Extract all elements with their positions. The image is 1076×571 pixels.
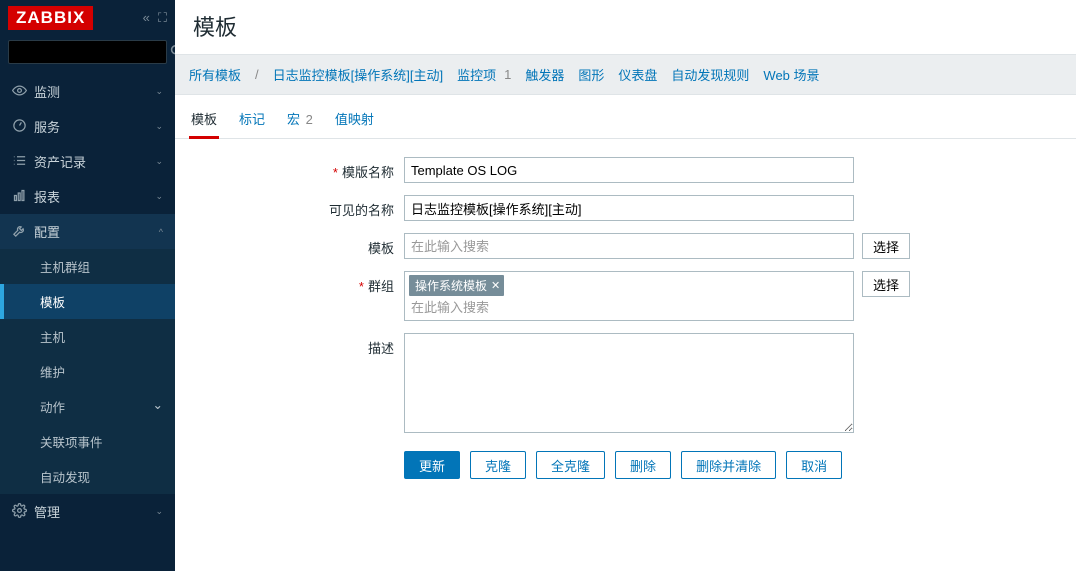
- bc-discovery-rules[interactable]: 自动发现规则: [671, 65, 749, 84]
- groups-multiselect[interactable]: 操作系统模板 ✕: [404, 271, 854, 321]
- nav-inventory[interactable]: 资产记录 ⌄: [0, 144, 175, 179]
- remove-tag-icon[interactable]: ✕: [491, 279, 500, 292]
- chevron-down-icon: ⌄: [155, 506, 163, 517]
- chart-icon: [12, 188, 34, 206]
- label-templates: 模板: [189, 233, 404, 257]
- input-template-name[interactable]: [404, 157, 854, 183]
- input-visible-name[interactable]: [404, 195, 854, 221]
- fullscreen-icon[interactable]: ⛶: [158, 10, 167, 26]
- page-title: 模板: [175, 0, 1076, 54]
- bc-current[interactable]: 日志监控模板[操作系统][主动]: [273, 65, 443, 84]
- nav-administration[interactable]: 管理 ⌄: [0, 494, 175, 529]
- chevron-down-icon: ⌄: [155, 191, 163, 202]
- update-button[interactable]: 更新: [404, 451, 460, 479]
- label-visible-name: 可见的名称: [189, 195, 404, 219]
- sub-templates[interactable]: 模板: [0, 284, 175, 319]
- sidebar: ZABBIX « ⛶ 监测 ⌄ 服务 ⌄ 资产记录: [0, 0, 175, 571]
- chevron-down-icon: ⌄: [155, 121, 163, 132]
- nav-services[interactable]: 服务 ⌄: [0, 109, 175, 144]
- sub-discovery[interactable]: 自动发现: [0, 459, 175, 494]
- form-actions: 更新 克隆 全克隆 删除 删除并清除 取消: [189, 451, 1062, 479]
- groups-search-input[interactable]: [409, 298, 849, 317]
- full-clone-button[interactable]: 全克隆: [536, 451, 605, 479]
- sub-actions[interactable]: 动作 ⌄: [0, 389, 175, 424]
- groups-select-button[interactable]: 选择: [862, 271, 910, 297]
- chevron-down-icon: ⌄: [155, 86, 163, 97]
- chevron-down-icon: ⌄: [153, 397, 163, 416]
- gear-icon: [12, 503, 34, 521]
- sub-hosts[interactable]: 主机: [0, 319, 175, 354]
- delete-clear-button[interactable]: 删除并清除: [681, 451, 776, 479]
- input-description[interactable]: [404, 333, 854, 433]
- bc-items[interactable]: 监控项: [457, 65, 496, 84]
- nav-configuration[interactable]: 配置 ^: [0, 214, 175, 249]
- sub-maintenance[interactable]: 维护: [0, 354, 175, 389]
- chevron-up-icon: ^: [159, 227, 163, 237]
- bc-all-templates[interactable]: 所有模板: [189, 65, 241, 84]
- template-form: *模版名称 可见的名称 模板 选择: [175, 139, 1076, 497]
- sidebar-search[interactable]: [8, 40, 167, 64]
- collapse-sidebar-icon[interactable]: «: [143, 10, 150, 26]
- sub-hostgroups[interactable]: 主机群组: [0, 249, 175, 284]
- main-content: 模板 所有模板 / 日志监控模板[操作系统][主动] 监控项 1 触发器 图形 …: [175, 0, 1076, 571]
- chevron-down-icon: ⌄: [155, 156, 163, 167]
- sub-correlation[interactable]: 关联项事件: [0, 424, 175, 459]
- tab-valuemaps[interactable]: 值映射: [333, 103, 376, 138]
- clone-button[interactable]: 克隆: [470, 451, 526, 479]
- bc-graphs[interactable]: 图形: [578, 65, 604, 84]
- templates-select-button[interactable]: 选择: [862, 233, 910, 259]
- templates-search-input[interactable]: [409, 237, 849, 256]
- tabs: 模板 标记 宏 2 值映射: [175, 95, 1076, 139]
- nav-reports[interactable]: 报表 ⌄: [0, 179, 175, 214]
- breadcrumb: 所有模板 / 日志监控模板[操作系统][主动] 监控项 1 触发器 图形 仪表盘…: [175, 54, 1076, 95]
- bc-web-scenarios[interactable]: Web 场景: [763, 65, 819, 84]
- delete-button[interactable]: 删除: [615, 451, 671, 479]
- label-template-name: *模版名称: [189, 157, 404, 181]
- cancel-button[interactable]: 取消: [786, 451, 842, 479]
- group-tag[interactable]: 操作系统模板 ✕: [409, 275, 504, 296]
- gauge-icon: [12, 118, 34, 136]
- bc-triggers[interactable]: 触发器: [525, 65, 564, 84]
- bc-dashboards[interactable]: 仪表盘: [618, 65, 657, 84]
- label-groups: *群组: [189, 271, 404, 295]
- wrench-icon: [12, 223, 34, 241]
- tab-tags[interactable]: 标记: [237, 103, 267, 138]
- logo[interactable]: ZABBIX: [8, 6, 93, 30]
- sidebar-header: ZABBIX « ⛶: [0, 0, 175, 36]
- nav-monitoring[interactable]: 监测 ⌄: [0, 74, 175, 109]
- tab-template[interactable]: 模板: [189, 103, 219, 139]
- label-description: 描述: [189, 333, 404, 357]
- tab-macros[interactable]: 宏 2: [285, 103, 315, 138]
- search-input[interactable]: [15, 45, 170, 59]
- templates-multiselect[interactable]: [404, 233, 854, 259]
- list-icon: [12, 153, 34, 171]
- eye-icon: [12, 83, 34, 101]
